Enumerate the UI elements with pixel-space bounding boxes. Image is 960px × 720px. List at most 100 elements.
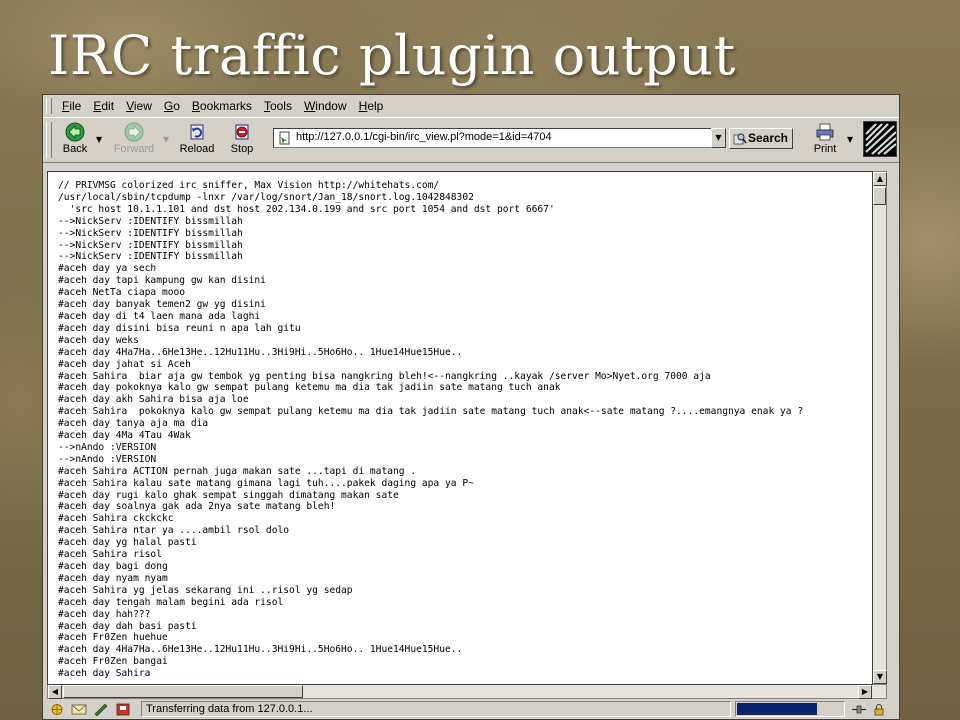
irc-log-line: -->NickServ :IDENTIFY bissmillah	[58, 251, 243, 263]
back-label: Back	[62, 143, 88, 155]
scroll-left-icon[interactable]: ◀	[48, 685, 62, 699]
print-button[interactable]: Print	[805, 121, 845, 159]
irc-log-line: #aceh day weks	[58, 334, 139, 346]
irc-log-line: #aceh Sahira yg jelas sekarang ini ..ris…	[58, 584, 353, 596]
throbber-graphic	[865, 123, 896, 155]
status-bar: Transferring data from 127.0.0.1...	[43, 700, 899, 719]
irc-log-line: #aceh Fr0Zen bangai	[58, 656, 168, 668]
irc-log-line: #aceh Sahira pokoknya kalo gw sempat pul…	[58, 406, 804, 418]
menu-view[interactable]: View	[120, 99, 158, 113]
irc-log-line: #aceh day di t4 laen mana ada laghi	[58, 310, 261, 322]
irc-log-line: #aceh day bagi dong	[58, 561, 168, 572]
back-arrow-icon	[65, 122, 85, 142]
print-dropdown-icon[interactable]: ▼	[847, 135, 853, 144]
irc-log-line: #aceh NetTa ciapa mooo	[58, 287, 186, 299]
menu-window[interactable]: Window	[298, 99, 353, 113]
page-content[interactable]: // PRIVMSG colorized irc sniffer, Max Vi…	[47, 171, 873, 685]
irc-log-line: #aceh day ya sech	[58, 263, 157, 275]
menu-go[interactable]: Go	[158, 99, 186, 113]
mozilla-throbber-icon[interactable]	[863, 121, 897, 157]
menubar-grip[interactable]	[46, 98, 52, 114]
irc-log-line: #aceh day nyam nyam	[58, 572, 168, 584]
irc-log-line: #aceh Sahira biar aja gw tembok yg penti…	[58, 370, 711, 382]
scroll-right-icon[interactable]: ▶	[858, 685, 872, 699]
menu-file[interactable]: File	[56, 99, 87, 113]
irc-log-line: -->NickServ :IDENTIFY bissmillah	[58, 227, 243, 239]
component-bar	[49, 703, 131, 716]
vertical-scroll-thumb[interactable]	[873, 187, 886, 205]
search-icon	[733, 133, 747, 145]
navigation-toolbar: Back ▼ Forward ▼ Reload Stop http://127.…	[43, 117, 899, 163]
navigator-icon[interactable]	[49, 703, 65, 716]
online-status-icon[interactable]	[851, 703, 867, 716]
horizontal-scroll-thumb[interactable]	[63, 685, 303, 698]
forward-label: Forward	[113, 143, 155, 155]
search-button[interactable]: Search	[729, 128, 793, 149]
vertical-scrollbar[interactable]: ▲ ▼	[873, 171, 887, 685]
reload-button[interactable]: Reload	[176, 121, 218, 159]
menu-tools[interactable]: Tools	[258, 99, 298, 113]
irc-log-line: /usr/local/sbin/tcpdump -lnxr /var/log/s…	[58, 191, 474, 203]
irc-log-line: #aceh Sahira ACTION pernah juga makan sa…	[58, 465, 417, 477]
menu-edit[interactable]: Edit	[87, 99, 120, 113]
security-lock-icon[interactable]	[871, 703, 887, 716]
irc-log-line: #aceh day 4Ha7Ha..6He13He..12Hu11Hu..3Hi…	[58, 346, 463, 358]
irc-log-line: #aceh day pokoknya kalo gw sempat pulang…	[58, 382, 561, 394]
irc-log-line: #aceh day jahat si Aceh	[58, 358, 191, 370]
irc-log-line: #aceh day rugi kalo ghak sempat singgah …	[58, 489, 399, 501]
forward-button[interactable]: Forward	[111, 121, 157, 159]
reload-icon	[190, 124, 204, 140]
scroll-down-icon[interactable]: ▼	[873, 670, 887, 684]
slide-title: IRC traffic plugin output	[48, 24, 736, 87]
irc-log-line: -->NickServ :IDENTIFY bissmillah	[58, 239, 243, 251]
status-text: Transferring data from 127.0.0.1...	[141, 701, 731, 717]
irc-log-line: #aceh day soalnya gak ada 2nya sate mata…	[58, 501, 336, 513]
irc-log-line: #aceh Sahira ckckckc	[58, 513, 174, 525]
back-button[interactable]: Back	[55, 121, 95, 159]
irc-log-line: #aceh day 4Ma 4Tau 4Wak	[58, 430, 191, 442]
url-text: http://127.0.0.1/cgi-bin/irc_view.pl?mod…	[296, 131, 552, 143]
irc-log-text: // PRIVMSG colorized irc sniffer, Max Vi…	[58, 180, 803, 680]
address-book-icon[interactable]	[115, 703, 131, 716]
irc-log-line: #aceh day hah???	[58, 608, 151, 620]
irc-log-line: -->nAndo :VERSION	[58, 441, 157, 453]
url-field[interactable]: http://127.0.0.1/cgi-bin/irc_view.pl?mod…	[273, 128, 725, 148]
stop-icon	[235, 124, 249, 140]
irc-log-line: #aceh day banyak temen2 gw yg disini	[58, 299, 266, 311]
print-label: Print	[813, 143, 837, 155]
toolbar-grip[interactable]	[46, 122, 52, 158]
status-right-icons	[851, 703, 887, 716]
menu-bar: File Edit View Go Bookmarks Tools Window…	[43, 95, 899, 117]
irc-log-line: -->nAndo :VERSION	[58, 453, 157, 465]
page-icon	[279, 131, 290, 145]
reload-label: Reload	[179, 143, 215, 155]
irc-log-line: #aceh day tanya aja ma dia	[58, 418, 209, 430]
composer-icon[interactable]	[93, 703, 109, 716]
search-label: Search	[747, 131, 788, 145]
irc-log-line: #aceh Sahira ntar ya ....ambil rsol dolo	[58, 525, 290, 537]
irc-log-line: #aceh day dah basi pasti	[58, 620, 197, 632]
irc-log-line: #aceh day tengah malam begini ada risol	[58, 596, 284, 608]
menu-help[interactable]: Help	[353, 99, 390, 113]
irc-log-line: -->NickServ :IDENTIFY bissmillah	[58, 215, 243, 227]
stop-label: Stop	[230, 143, 254, 155]
irc-log-line: #aceh day Sahira	[58, 668, 151, 680]
irc-log-line: #aceh day 4Ha7Ha..6He13He..12Hu11Hu..3Hi…	[58, 644, 463, 656]
menu-bookmarks[interactable]: Bookmarks	[186, 99, 258, 113]
forward-dropdown-icon[interactable]: ▼	[163, 135, 169, 144]
progress-bar	[735, 701, 845, 717]
scroll-up-icon[interactable]: ▲	[873, 172, 887, 186]
back-dropdown-icon[interactable]: ▼	[96, 135, 102, 144]
progress-fill	[737, 703, 817, 715]
horizontal-scrollbar[interactable]: ◀ ▶	[47, 685, 887, 699]
stop-button[interactable]: Stop	[222, 121, 262, 159]
printer-icon	[816, 123, 834, 141]
irc-log-line: #aceh day disini bisa reuni n apa lah gi…	[58, 322, 301, 334]
irc-log-line: 'src host 10.1.1.101 and dst host 202.13…	[69, 203, 555, 215]
irc-log-line: // PRIVMSG colorized irc sniffer, Max Vi…	[58, 180, 440, 191]
mail-icon[interactable]	[71, 703, 87, 716]
url-dropdown-icon[interactable]: ▼	[711, 128, 726, 148]
irc-log-line: #aceh Fr0Zen huehue	[58, 632, 168, 644]
irc-log-line: #aceh Sahira kalau sate matang gimana la…	[58, 477, 474, 489]
irc-log-line: #aceh day akh Sahira bisa aja loe	[58, 394, 249, 406]
